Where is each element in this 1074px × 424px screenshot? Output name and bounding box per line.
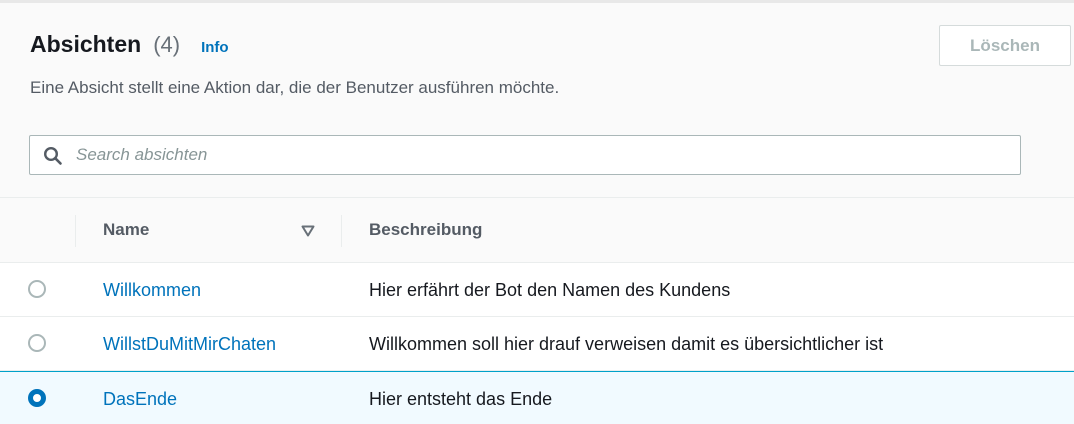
column-header-description: Beschreibung	[369, 220, 483, 239]
table-header: Name Beschreibung	[0, 197, 1074, 263]
table-row[interactable]: WillstDuMitMirChaten Willkommen soll hie…	[0, 317, 1074, 371]
intent-description: Willkommen soll hier drauf verweisen dam…	[369, 334, 884, 354]
search-icon	[43, 146, 62, 165]
intent-name-link[interactable]: Willkommen	[103, 280, 201, 301]
column-header-name[interactable]: Name	[103, 220, 149, 240]
info-link[interactable]: Info	[201, 39, 229, 56]
intent-description: Hier erfährt der Bot den Namen des Kunde…	[369, 280, 731, 300]
row-radio[interactable]	[28, 334, 46, 352]
intent-name-link[interactable]: DasEnde	[103, 389, 177, 410]
intents-table: Name Beschreibung Willkommen Hier erfähr…	[0, 197, 1074, 424]
row-radio-checked[interactable]	[28, 389, 46, 407]
intents-panel: Absichten (4) Info Löschen Eine Absicht …	[0, 0, 1074, 424]
delete-button[interactable]: Löschen	[939, 25, 1071, 66]
panel-description: Eine Absicht stellt eine Aktion dar, die…	[30, 78, 560, 97]
column-divider	[341, 215, 342, 247]
intent-description: Hier entsteht das Ende	[369, 389, 553, 409]
intent-name-link[interactable]: WillstDuMitMirChaten	[103, 334, 276, 355]
table-row-selected[interactable]: DasEnde Hier entsteht das Ende	[0, 371, 1074, 424]
sort-descending-icon[interactable]	[301, 225, 315, 237]
search-box[interactable]	[29, 135, 1021, 175]
search-input[interactable]	[76, 136, 1006, 174]
row-radio[interactable]	[28, 280, 46, 298]
panel-header: Absichten (4) Info	[30, 31, 229, 58]
page-title: Absichten	[30, 31, 142, 57]
column-divider	[75, 215, 76, 247]
table-row[interactable]: Willkommen Hier erfährt der Bot den Name…	[0, 263, 1074, 317]
item-count: (4)	[153, 32, 181, 57]
